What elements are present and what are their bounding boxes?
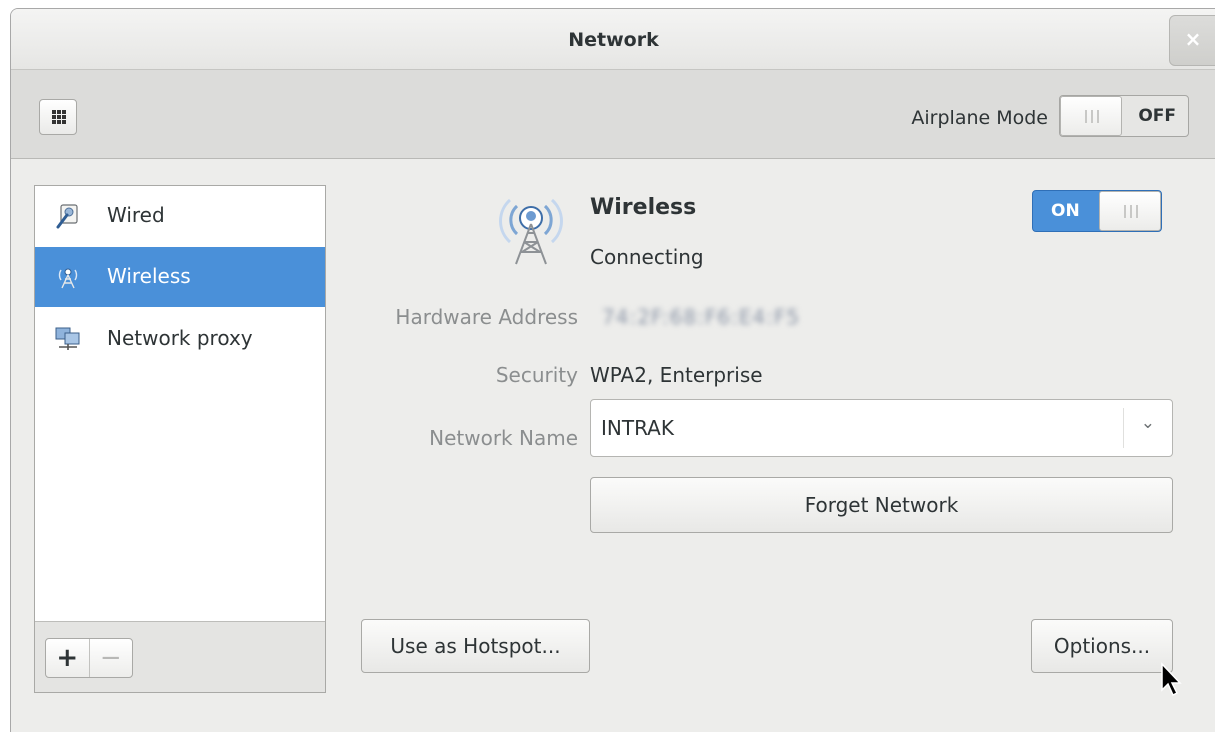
remove-connection-button[interactable]: − [90, 639, 133, 677]
wireless-tower-icon [499, 198, 563, 265]
forget-network-button[interactable]: Forget Network [590, 477, 1173, 533]
sidebar-item-label: Wireless [107, 264, 191, 288]
network-name-label: Network Name [429, 426, 578, 450]
app-grid-icon [52, 110, 66, 124]
wireless-power-switch[interactable]: ON [1032, 190, 1162, 232]
title-bar: Network × [11, 9, 1215, 70]
network-proxy-icon [55, 327, 80, 350]
airplane-mode-label: Airplane Mode [911, 107, 1048, 129]
switch-knob[interactable] [1060, 96, 1122, 136]
chevron-down-icon[interactable]: ⌄ [1141, 413, 1155, 433]
wired-icon [56, 204, 78, 229]
sidebar-item-label: Wired [107, 203, 165, 227]
sidebar-item-label: Network proxy [107, 326, 253, 350]
sidebar-item-wired[interactable]: Wired [35, 186, 325, 246]
device-status: Connecting [590, 245, 704, 269]
network-name-value: INTRAK [601, 416, 674, 440]
sidebar-item-wireless[interactable]: Wireless [35, 247, 325, 307]
add-connection-button[interactable]: + [46, 639, 90, 677]
add-remove-group: + − [45, 638, 133, 678]
airplane-mode-state: OFF [1138, 106, 1176, 126]
switch-knob[interactable] [1099, 191, 1161, 231]
airplane-mode-switch[interactable]: OFF [1059, 95, 1189, 137]
wireless-switch-state: ON [1051, 201, 1080, 221]
options-button[interactable]: Options... [1031, 619, 1173, 673]
sidebar-footer: + − [35, 621, 325, 692]
hardware-address-value: 74:2F:68:F6:E4:F5 [602, 305, 801, 329]
mouse-pointer-icon [1161, 662, 1182, 697]
close-button[interactable]: × [1169, 15, 1215, 66]
device-sidebar: Wired Wireless Network proxy + − [34, 185, 326, 693]
sidebar-item-network-proxy[interactable]: Network proxy [35, 309, 325, 369]
device-title: Wireless [590, 195, 697, 220]
combo-separator [1123, 408, 1124, 448]
security-label: Security [495, 363, 578, 387]
use-as-hotspot-button[interactable]: Use as Hotspot... [361, 619, 590, 673]
hardware-address-label: Hardware Address [395, 305, 578, 329]
network-name-combo[interactable]: INTRAK ⌄ [590, 399, 1173, 457]
toolbar: Airplane Mode OFF [11, 70, 1215, 159]
app-grid-button[interactable] [39, 99, 77, 135]
window-title: Network [568, 29, 659, 51]
wireless-icon [58, 268, 78, 289]
security-value: WPA2, Enterprise [590, 363, 763, 387]
